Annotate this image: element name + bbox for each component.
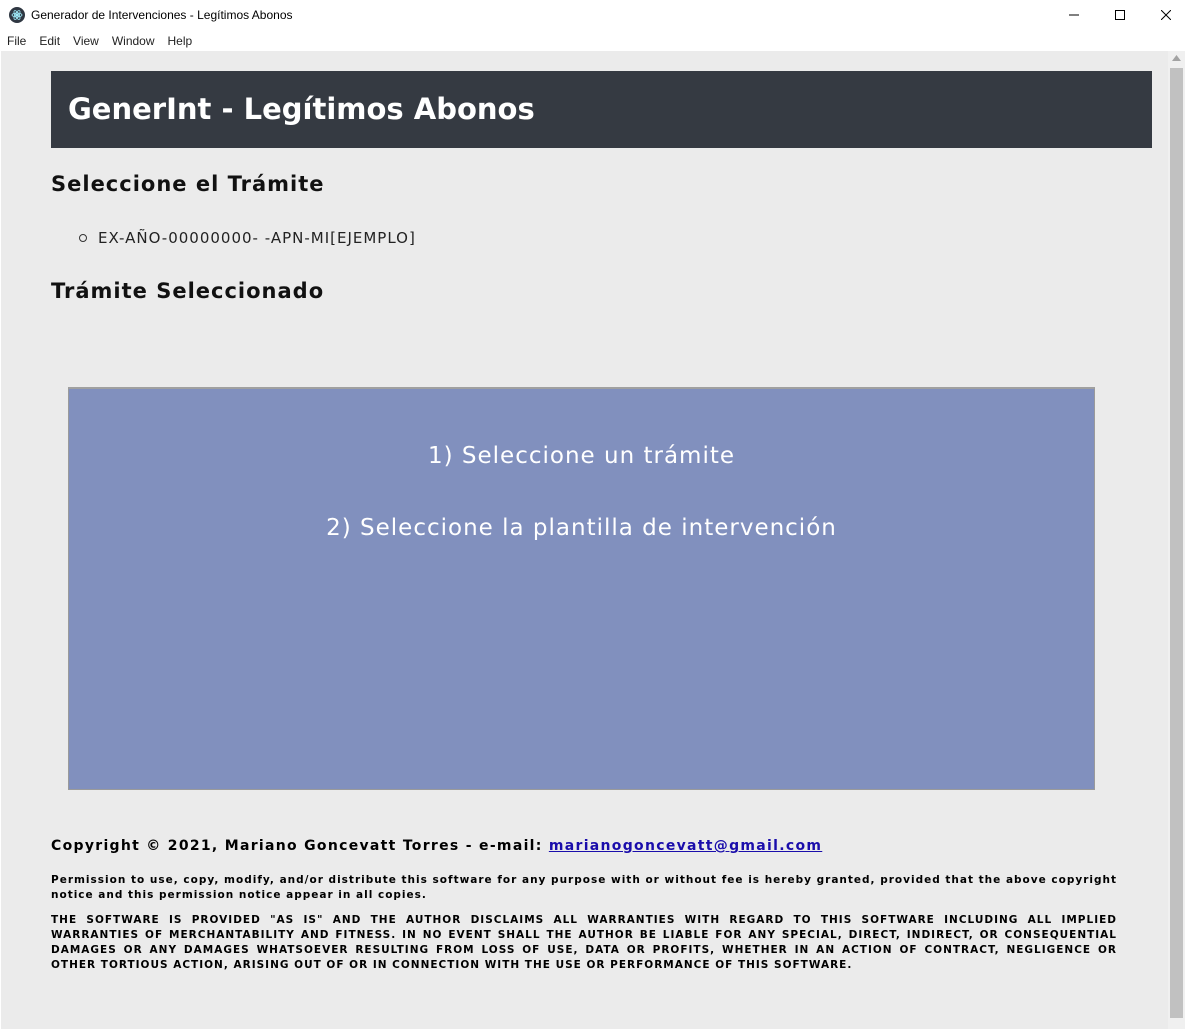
close-icon	[1161, 10, 1171, 20]
vertical-scrollbar[interactable]	[1168, 51, 1185, 1029]
close-button[interactable]	[1143, 0, 1189, 30]
app-header: GenerInt - Legítimos Abonos	[51, 71, 1152, 148]
menu-window[interactable]: Window	[105, 34, 161, 48]
main-content: GenerInt - Legítimos Abonos Seleccione e…	[1, 51, 1168, 1029]
menu-help[interactable]: Help	[161, 34, 199, 48]
copyright-text: Copyright © 2021, Mariano Goncevatt Torr…	[51, 838, 543, 854]
instructions-panel: 1) Seleccione un trámite 2) Seleccione l…	[68, 387, 1095, 790]
selected-tramite-heading: Trámite Seleccionado	[51, 279, 325, 303]
app-icon	[9, 7, 25, 23]
minimize-button[interactable]	[1051, 0, 1097, 30]
email-link[interactable]: marianogoncevatt@gmail.com	[549, 838, 822, 854]
circle-bullet-icon	[79, 234, 87, 242]
instruction-step-1: 1) Seleccione un trámite	[428, 443, 735, 469]
permission-notice: Permission to use, copy, modify, and/or …	[51, 874, 1117, 901]
app-title: GenerInt - Legítimos Abonos	[68, 92, 535, 126]
tramite-list-item[interactable]: EX-AÑO-00000000- -APN-MI[EJEMPLO]	[79, 229, 416, 247]
copyright-notice: Copyright © 2021, Mariano Goncevatt Torr…	[51, 838, 822, 854]
instruction-step-2: 2) Seleccione la plantilla de intervenci…	[326, 515, 837, 541]
tramite-label: EX-AÑO-00000000- -APN-MI[EJEMPLO]	[98, 229, 416, 247]
select-tramite-heading: Seleccione el Trámite	[51, 172, 325, 196]
menu-view[interactable]: View	[66, 34, 105, 48]
minimize-icon	[1069, 14, 1079, 16]
maximize-button[interactable]	[1097, 0, 1143, 30]
menu-edit[interactable]: Edit	[32, 34, 66, 48]
menu-file[interactable]: File	[0, 34, 32, 48]
scrollbar-thumb[interactable]	[1170, 68, 1183, 1018]
tramite-list: EX-AÑO-00000000- -APN-MI[EJEMPLO]	[79, 229, 416, 247]
title-bar: Generador de Intervenciones - Legítimos …	[0, 0, 1189, 30]
window-title: Generador de Intervenciones - Legítimos …	[31, 8, 293, 22]
menu-bar: File Edit View Window Help	[0, 30, 1189, 51]
scroll-up-arrow-icon[interactable]	[1172, 55, 1181, 61]
maximize-icon	[1115, 10, 1125, 20]
disclaimer-notice: THE SOFTWARE IS PROVIDED "AS IS" AND THE…	[51, 914, 1117, 971]
